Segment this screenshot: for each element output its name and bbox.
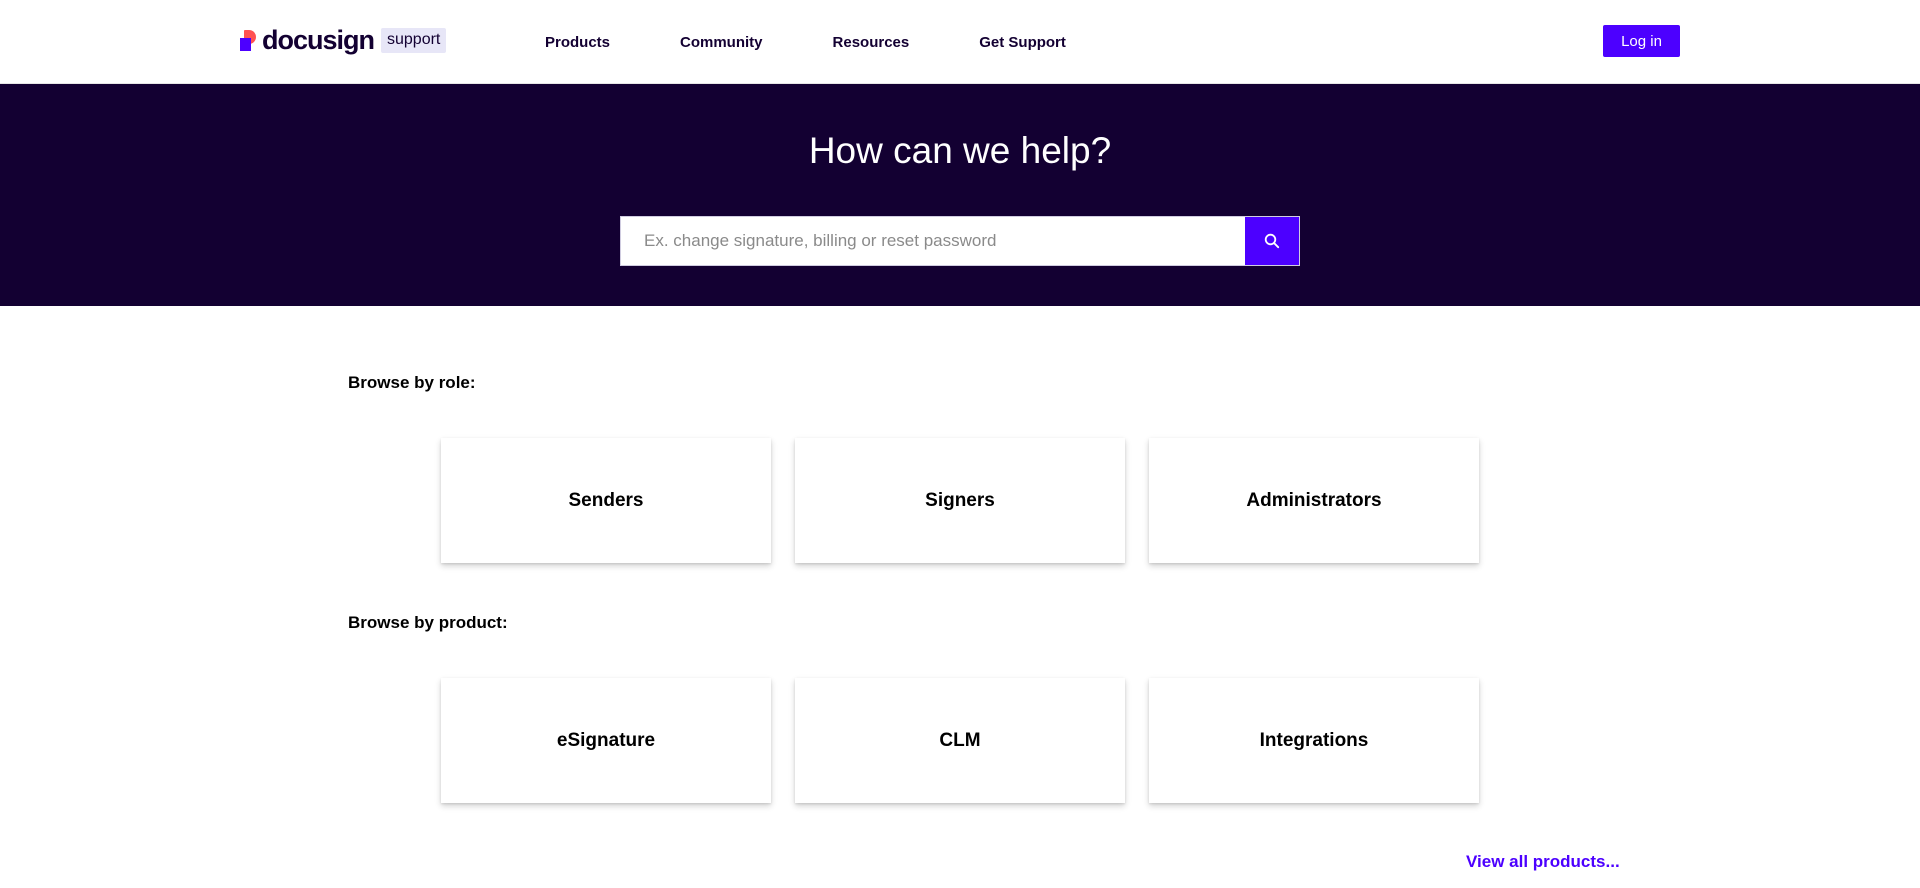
- card-label: eSignature: [556, 729, 656, 751]
- browse-by-role-heading: Browse by role:: [348, 373, 476, 392]
- nav-community[interactable]: Community: [680, 34, 763, 51]
- browse-by-product-heading: Browse by product:: [348, 613, 508, 632]
- nav-resources[interactable]: Resources: [833, 34, 910, 51]
- login-button[interactable]: Log in: [1603, 25, 1680, 57]
- role-card-administrators[interactable]: Administrators: [1149, 438, 1479, 563]
- view-all-products-link[interactable]: View all products...: [1466, 852, 1620, 872]
- logo-wordmark: docusign: [262, 25, 375, 55]
- card-label: Senders: [568, 489, 644, 511]
- hero-banner: How can we help?: [0, 84, 1920, 306]
- search-icon: [1264, 233, 1280, 249]
- product-card-esignature[interactable]: eSignature: [441, 678, 771, 803]
- main-nav: Products Community Resources Get Support: [545, 0, 1066, 84]
- nav-get-support[interactable]: Get Support: [979, 34, 1066, 51]
- search-button[interactable]: [1245, 217, 1299, 265]
- search-input[interactable]: [621, 217, 1245, 265]
- docusign-mark-icon: [240, 29, 258, 52]
- card-label: CLM: [939, 729, 981, 751]
- product-card-integrations[interactable]: Integrations: [1149, 678, 1479, 803]
- hero-title: How can we help?: [808, 130, 1112, 171]
- docusign-logo[interactable]: docusign support: [240, 25, 447, 55]
- card-label: Integrations: [1259, 729, 1369, 751]
- search-bar: [620, 216, 1300, 266]
- role-cards: Senders Signers Administrators: [441, 438, 1479, 563]
- role-card-senders[interactable]: Senders: [441, 438, 771, 563]
- product-cards: eSignature CLM Integrations: [441, 678, 1479, 803]
- logo-support-tag: support: [381, 28, 447, 53]
- role-card-signers[interactable]: Signers: [795, 438, 1125, 563]
- nav-products[interactable]: Products: [545, 34, 610, 51]
- card-label: Administrators: [1246, 489, 1382, 511]
- product-card-clm[interactable]: CLM: [795, 678, 1125, 803]
- card-label: Signers: [925, 489, 995, 511]
- site-header: docusign support Products Community Reso…: [0, 0, 1920, 84]
